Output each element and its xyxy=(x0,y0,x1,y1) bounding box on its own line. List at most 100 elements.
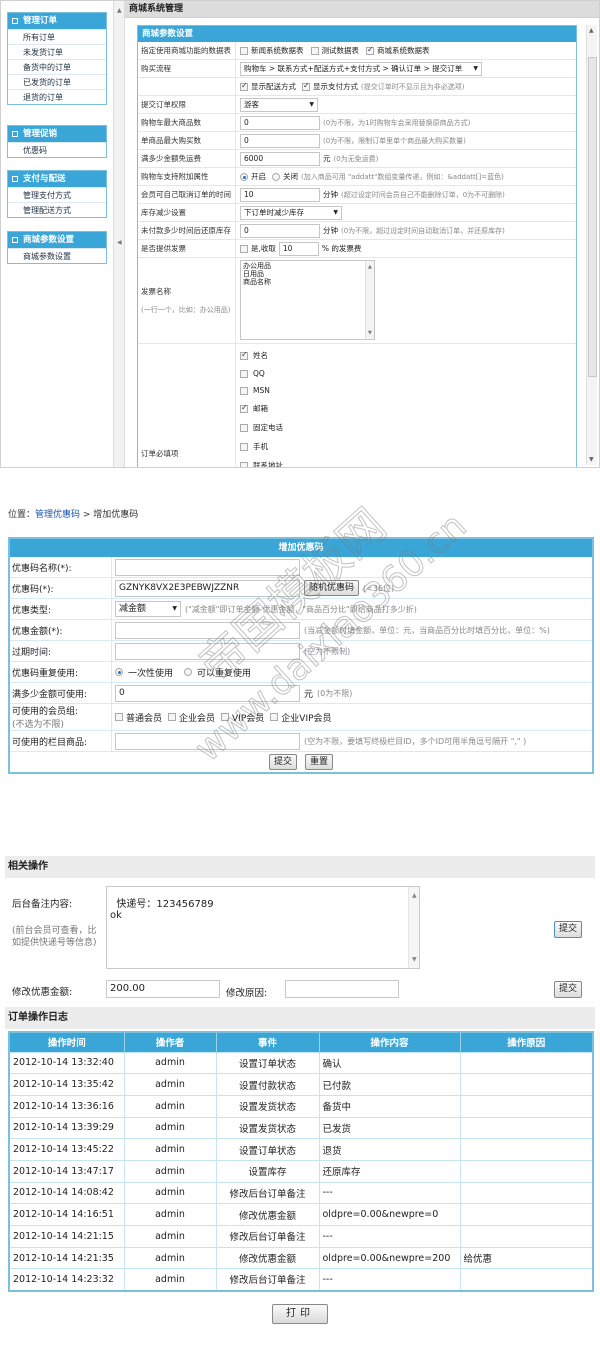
sidebar-item-unshipped[interactable]: 未发货订单 xyxy=(8,44,106,59)
invoice-name-textarea[interactable]: 办公用品 日用品 商品名称 ▲ ▼ xyxy=(240,260,375,340)
sidebar-item-returned[interactable]: 退货的订单 xyxy=(8,89,106,104)
sidebar-item-coupon[interactable]: 优惠码 xyxy=(8,142,106,157)
table-row: 2012-10-14 14:21:35 admin 修改优惠金额 oldpre=0.0… xyxy=(9,1246,594,1269)
coupon-name-input[interactable] xyxy=(115,558,300,576)
checkbox-qq[interactable] xyxy=(240,369,248,378)
row-invoice-name: 发票名称 (一行一个，比如：办公用品) 办公用品 日用品 商品名称 ▲ ▼ xyxy=(138,258,576,344)
menu-head[interactable]: 商城参数设置 xyxy=(8,232,106,248)
random-code-button[interactable]: 随机优惠码 xyxy=(304,580,360,596)
checkbox-phone[interactable] xyxy=(240,423,248,432)
breadcrumb-current: 增加优惠码 xyxy=(93,510,139,520)
menu-head[interactable]: 支付与配送 xyxy=(8,171,106,187)
radio-reusable[interactable] xyxy=(184,668,193,676)
radio-attr-on[interactable] xyxy=(240,172,248,181)
arrow-down-icon: ▼ xyxy=(589,456,594,463)
invoice-rate-input[interactable]: 10 xyxy=(278,241,319,256)
cell-operator: admin xyxy=(124,1246,217,1269)
row-flow-options: 显示配送方式 显示支付方式 (提交订单时不显示且为非必选项) xyxy=(138,78,576,96)
sidebar-item-shipped[interactable]: 已发货的订单 xyxy=(8,74,106,89)
sidebar-item-payment-methods[interactable]: 管理支付方式 xyxy=(8,187,106,202)
row-label: 会员可自己取消订单的时间 xyxy=(138,186,236,203)
checkbox-name[interactable] xyxy=(240,350,248,360)
sidebar-item-shop-settings[interactable]: 商城参数设置 xyxy=(8,248,106,263)
row-free-shipping: 满多少金额免运费 6000 元 (0为无免运费) xyxy=(138,150,576,168)
col-header-content[interactable]: 操作内容 xyxy=(319,1032,461,1052)
cell-reason xyxy=(460,1181,594,1204)
hint-text: (不选为不限) xyxy=(12,720,65,730)
cell-time: 2012-10-14 14:23:32 xyxy=(9,1268,125,1291)
checkbox-shop-table[interactable] xyxy=(366,45,374,55)
unit-label: 分钟 xyxy=(323,190,338,199)
cell-operator: admin xyxy=(124,1094,217,1118)
min-amount-input[interactable]: 0 xyxy=(115,684,300,702)
coupon-amount-input[interactable] xyxy=(115,621,300,639)
col-header-event[interactable]: 事件 xyxy=(216,1032,320,1052)
cell-operator: admin xyxy=(124,1159,217,1183)
checkbox-regular-member[interactable] xyxy=(115,713,123,721)
cart-max-input[interactable]: 0 xyxy=(240,115,320,130)
textarea-value: 快递号：123456789 ok xyxy=(110,899,214,921)
col-header-reason[interactable]: 操作原因 xyxy=(460,1032,594,1052)
item-max-input[interactable]: 0 xyxy=(240,133,320,148)
checkbox-mobile[interactable] xyxy=(240,442,248,451)
scrollbar-thumb[interactable] xyxy=(588,57,597,377)
hint-text: (0为不限) xyxy=(317,688,353,698)
col-header-time[interactable]: 操作时间 xyxy=(9,1032,125,1052)
free-shipping-input[interactable]: 6000 xyxy=(240,151,320,166)
vertical-scrollbar[interactable]: ▲ ▼ xyxy=(586,25,597,465)
table-row: 2012-10-14 13:32:40 admin 设置订单状态 确认 xyxy=(9,1051,594,1074)
scrollbar[interactable]: ▲ ▼ xyxy=(408,887,419,968)
checkbox-msn[interactable] xyxy=(240,386,248,395)
cell-content: 退货 xyxy=(319,1138,461,1161)
cell-reason xyxy=(460,1138,594,1161)
hint-text: (当减金额时填金额，单位：元，当商品百分比时填百分比，单位：%) xyxy=(304,625,550,635)
chevron-down-icon: ▼ xyxy=(333,208,338,216)
sidebar-item-shipping-methods[interactable]: 管理配送方式 xyxy=(8,202,106,217)
scrollbar[interactable]: ▲ ▼ xyxy=(365,261,374,339)
checkbox-enterprise-vip-member[interactable] xyxy=(270,713,279,721)
print-button[interactable]: 打印 xyxy=(272,1304,328,1324)
checkbox-enterprise-member[interactable] xyxy=(168,713,177,721)
admin-note-textarea[interactable]: 快递号：123456789 ok ▲ ▼ xyxy=(106,886,420,969)
coupon-code-input[interactable]: GZNYK8VX2E3PEBWJZZNR xyxy=(115,579,300,597)
submit-button[interactable]: 提交 xyxy=(268,754,297,770)
checkbox-test-table[interactable] xyxy=(310,46,319,55)
cell-reason xyxy=(460,1159,594,1183)
cell-reason xyxy=(460,1268,594,1291)
table-row: 2012-10-14 13:39:29 admin 设置发货状态 已发货 xyxy=(9,1116,594,1139)
restore-input[interactable]: 0 xyxy=(240,223,320,238)
discount-amount-input[interactable]: 200.00 xyxy=(106,980,220,998)
sidebar-splitter[interactable]: ▲ ◀ xyxy=(113,1,125,467)
cancel-time-input[interactable]: 10 xyxy=(240,187,320,202)
table-row: 2012-10-14 13:36:16 admin 设置发货状态 备货中 xyxy=(9,1094,594,1118)
checkbox-email[interactable] xyxy=(240,403,248,413)
checkbox-show-payment[interactable] xyxy=(302,81,310,91)
stock-select[interactable]: 下订单时减少库存 ▼ xyxy=(240,205,342,220)
checkbox-invoice[interactable] xyxy=(240,244,248,253)
columns-input[interactable] xyxy=(115,732,300,750)
expire-time-input[interactable] xyxy=(115,642,300,660)
checkbox-vip-member[interactable] xyxy=(221,713,230,721)
sidebar-item-all-orders[interactable]: 所有订单 xyxy=(8,29,106,44)
permission-select[interactable]: 游客 ▼ xyxy=(240,97,318,112)
reason-input[interactable] xyxy=(285,980,399,998)
checkbox-address[interactable] xyxy=(240,461,248,467)
submit-note-button[interactable]: 提交 xyxy=(554,921,583,938)
coupon-type-select[interactable]: 减金额 ▼ xyxy=(115,601,181,617)
submit-discount-button[interactable]: 提交 xyxy=(554,981,583,998)
menu-head[interactable]: 管理订单 xyxy=(8,13,106,29)
breadcrumb-link-coupons[interactable]: 管理优惠码 xyxy=(35,510,80,520)
cell-time: 2012-10-14 13:36:16 xyxy=(9,1094,125,1118)
checkbox-news-table[interactable] xyxy=(240,46,248,55)
reset-button[interactable]: 重置 xyxy=(305,754,334,770)
menu-head[interactable]: 管理促销 xyxy=(8,126,106,142)
checkbox-show-shipping[interactable] xyxy=(240,81,248,91)
radio-attr-off[interactable] xyxy=(272,172,280,181)
cell-event: 设置付款状态 xyxy=(216,1073,320,1096)
breadcrumb-prefix: 位置： xyxy=(8,510,36,520)
flow-select[interactable]: 购物车 > 联系方式+配送方式+支付方式 > 确认订单 > 提交订单 ▼ xyxy=(240,61,482,76)
col-header-operator[interactable]: 操作者 xyxy=(124,1032,217,1052)
arrow-up-icon: ▲ xyxy=(412,892,417,899)
sidebar-item-preparing[interactable]: 备货中的订单 xyxy=(8,59,106,74)
radio-single-use[interactable] xyxy=(115,668,123,676)
